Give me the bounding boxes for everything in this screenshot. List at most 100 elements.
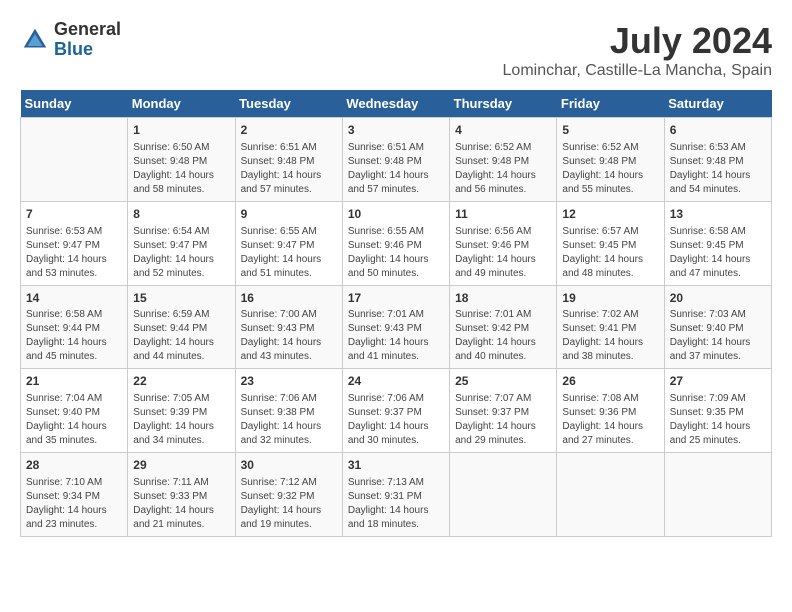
day-info: Sunrise: 6:55 AM Sunset: 9:46 PM Dayligh… [348,225,444,281]
day-number: 18 [455,290,551,307]
calendar-cell: 20Sunrise: 7:03 AM Sunset: 9:40 PM Dayli… [664,285,771,369]
day-header: Thursday [450,90,557,118]
calendar-cell: 12 Sunrise: 6:57 AM Sunset: 9:45 PM Dayli… [557,201,664,285]
day-number: 28 [26,457,122,474]
day-info: Sunrise: 7:00 AM Sunset: 9:43 PM Dayligh… [241,308,337,364]
day-info: Sunrise: 6:55 AM Sunset: 9:47 PM Dayligh… [241,225,337,281]
day-number: 15 [133,290,229,307]
day-number: 9 [241,206,337,223]
calendar-cell: 8Sunrise: 6:54 AM Sunset: 9:47 PM Daylig… [128,201,235,285]
logo-general: General [54,20,121,40]
day-number: 17 [348,290,444,307]
day-info: Sunrise: 6:57 AM Sunset: 9:45 PM Dayligh… [562,225,658,281]
day-info: Sunrise: 6:51 AM Sunset: 9:48 PM Dayligh… [348,141,444,197]
day-info: Sunrise: 7:07 AM Sunset: 9:37 PM Dayligh… [455,392,551,448]
day-info: Sunrise: 7:10 AM Sunset: 9:34 PM Dayligh… [26,476,122,532]
day-number: 31 [348,457,444,474]
logo: General Blue [20,20,121,60]
day-info: Sunrise: 7:04 AM Sunset: 9:40 PM Dayligh… [26,392,122,448]
day-info: Sunrise: 7:11 AM Sunset: 9:33 PM Dayligh… [133,476,229,532]
calendar-cell: 28 Sunrise: 7:10 AM Sunset: 9:34 PM Dayli… [21,453,128,537]
day-header: Wednesday [342,90,449,118]
day-info: Sunrise: 7:06 AM Sunset: 9:38 PM Dayligh… [241,392,337,448]
page-header: General Blue July 2024 Lominchar, Castil… [20,20,772,80]
calendar-week-row: 21Sunrise: 7:04 AM Sunset: 9:40 PM Dayli… [21,369,772,453]
day-number: 27 [670,373,766,390]
day-header: Saturday [664,90,771,118]
calendar-cell [664,453,771,537]
calendar-cell: 17Sunrise: 7:01 AM Sunset: 9:43 PM Dayli… [342,285,449,369]
day-info: Sunrise: 7:05 AM Sunset: 9:39 PM Dayligh… [133,392,229,448]
calendar-cell: 3 Sunrise: 6:51 AM Sunset: 9:48 PM Daylig… [342,118,449,202]
calendar-cell: 31Sunrise: 7:13 AM Sunset: 9:31 PM Dayli… [342,453,449,537]
logo-blue: Blue [54,40,121,60]
day-info: Sunrise: 6:51 AM Sunset: 9:48 PM Dayligh… [241,141,337,197]
calendar-week-row: 28 Sunrise: 7:10 AM Sunset: 9:34 PM Dayli… [21,453,772,537]
calendar-cell: 29 Sunrise: 7:11 AM Sunset: 9:33 PM Dayli… [128,453,235,537]
day-header: Sunday [21,90,128,118]
day-info: Sunrise: 6:59 AM Sunset: 9:44 PM Dayligh… [133,308,229,364]
day-number: 25 [455,373,551,390]
day-number: 22 [133,373,229,390]
calendar-cell: 30Sunrise: 7:12 AM Sunset: 9:32 PM Dayli… [235,453,342,537]
calendar-cell: 11 Sunrise: 6:56 AM Sunset: 9:46 PM Dayli… [450,201,557,285]
day-number: 14 [26,290,122,307]
calendar-cell: 18Sunrise: 7:01 AM Sunset: 9:42 PM Dayli… [450,285,557,369]
day-number: 10 [348,206,444,223]
calendar-table: SundayMondayTuesdayWednesdayThursdayFrid… [20,90,772,537]
location-title: Lominchar, Castille-La Mancha, Spain [503,62,772,80]
calendar-cell: 4Sunrise: 6:52 AM Sunset: 9:48 PM Daylig… [450,118,557,202]
calendar-cell: 6 Sunrise: 6:53 AM Sunset: 9:48 PM Daylig… [664,118,771,202]
calendar-cell: 23Sunrise: 7:06 AM Sunset: 9:38 PM Dayli… [235,369,342,453]
calendar-week-row: 7Sunrise: 6:53 AM Sunset: 9:47 PM Daylig… [21,201,772,285]
calendar-cell: 24Sunrise: 7:06 AM Sunset: 9:37 PM Dayli… [342,369,449,453]
day-info: Sunrise: 7:12 AM Sunset: 9:32 PM Dayligh… [241,476,337,532]
calendar-cell: 16Sunrise: 7:00 AM Sunset: 9:43 PM Dayli… [235,285,342,369]
day-info: Sunrise: 7:01 AM Sunset: 9:43 PM Dayligh… [348,308,444,364]
calendar-cell: 2Sunrise: 6:51 AM Sunset: 9:48 PM Daylig… [235,118,342,202]
day-number: 11 [455,206,551,223]
calendar-cell [21,118,128,202]
day-info: Sunrise: 7:03 AM Sunset: 9:40 PM Dayligh… [670,308,766,364]
day-header: Tuesday [235,90,342,118]
day-number: 29 [133,457,229,474]
day-number: 13 [670,206,766,223]
calendar-week-row: 1Sunrise: 6:50 AM Sunset: 9:48 PM Daylig… [21,118,772,202]
calendar-week-row: 14Sunrise: 6:58 AM Sunset: 9:44 PM Dayli… [21,285,772,369]
day-number: 26 [562,373,658,390]
calendar-cell: 5Sunrise: 6:52 AM Sunset: 9:48 PM Daylig… [557,118,664,202]
day-number: 8 [133,206,229,223]
day-number: 19 [562,290,658,307]
day-number: 7 [26,206,122,223]
logo-icon [20,25,50,55]
calendar-cell: 15Sunrise: 6:59 AM Sunset: 9:44 PM Dayli… [128,285,235,369]
calendar-cell: 10 Sunrise: 6:55 AM Sunset: 9:46 PM Dayli… [342,201,449,285]
day-number: 24 [348,373,444,390]
day-info: Sunrise: 6:58 AM Sunset: 9:44 PM Dayligh… [26,308,122,364]
day-number: 1 [133,122,229,139]
day-info: Sunrise: 6:56 AM Sunset: 9:46 PM Dayligh… [455,225,551,281]
calendar-cell: 22 Sunrise: 7:05 AM Sunset: 9:39 PM Dayli… [128,369,235,453]
calendar-cell: 7Sunrise: 6:53 AM Sunset: 9:47 PM Daylig… [21,201,128,285]
calendar-cell: 21Sunrise: 7:04 AM Sunset: 9:40 PM Dayli… [21,369,128,453]
day-info: Sunrise: 7:01 AM Sunset: 9:42 PM Dayligh… [455,308,551,364]
day-number: 6 [670,122,766,139]
day-info: Sunrise: 6:53 AM Sunset: 9:48 PM Dayligh… [670,141,766,197]
day-header: Friday [557,90,664,118]
calendar-cell: 27 Sunrise: 7:09 AM Sunset: 9:35 PM Dayli… [664,369,771,453]
calendar-cell: 13Sunrise: 6:58 AM Sunset: 9:45 PM Dayli… [664,201,771,285]
day-number: 12 [562,206,658,223]
logo-text: General Blue [54,20,121,60]
calendar-cell: 19Sunrise: 7:02 AM Sunset: 9:41 PM Dayli… [557,285,664,369]
calendar-cell: 9 Sunrise: 6:55 AM Sunset: 9:47 PM Daylig… [235,201,342,285]
day-number: 20 [670,290,766,307]
calendar-cell: 14Sunrise: 6:58 AM Sunset: 9:44 PM Dayli… [21,285,128,369]
day-number: 16 [241,290,337,307]
day-number: 3 [348,122,444,139]
day-info: Sunrise: 6:52 AM Sunset: 9:48 PM Dayligh… [455,141,551,197]
calendar-header-row: SundayMondayTuesdayWednesdayThursdayFrid… [21,90,772,118]
calendar-cell: 1Sunrise: 6:50 AM Sunset: 9:48 PM Daylig… [128,118,235,202]
calendar-cell [450,453,557,537]
day-info: Sunrise: 7:09 AM Sunset: 9:35 PM Dayligh… [670,392,766,448]
calendar-cell [557,453,664,537]
